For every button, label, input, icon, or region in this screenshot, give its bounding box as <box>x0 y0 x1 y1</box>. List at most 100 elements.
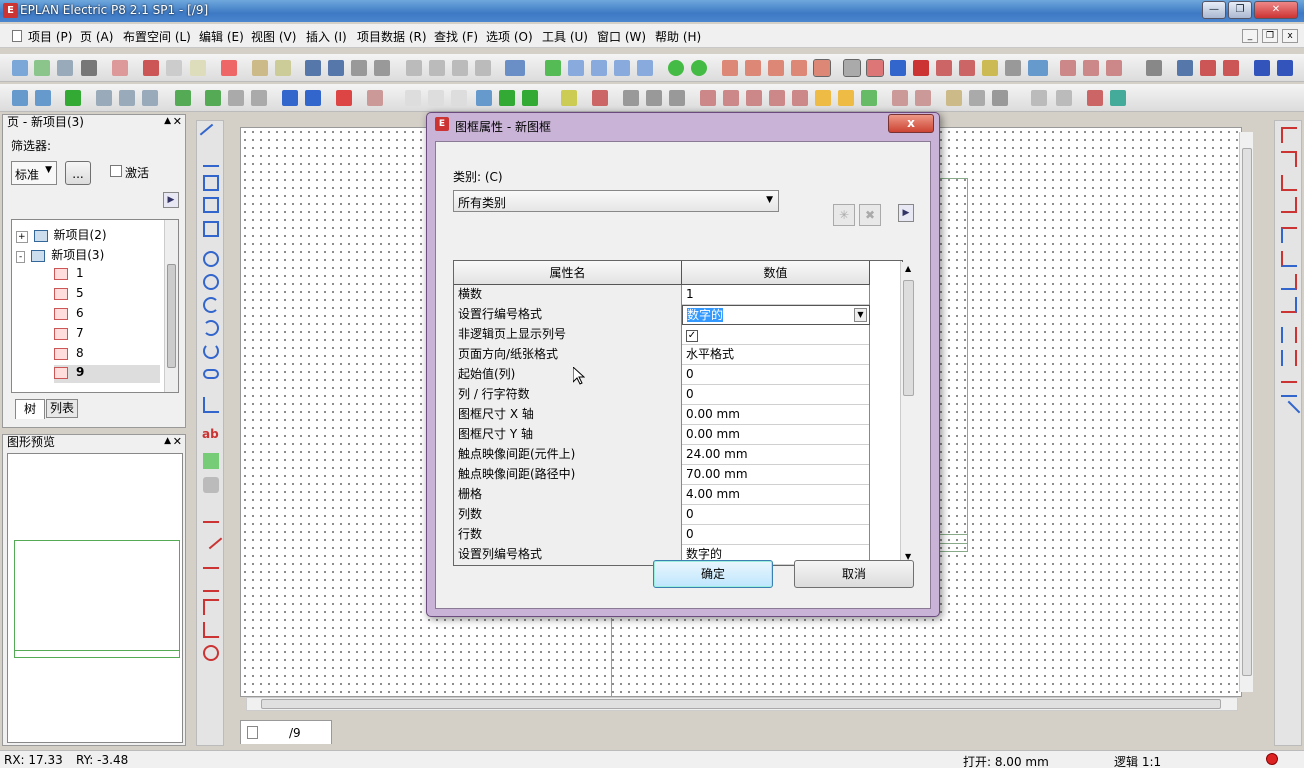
property-value-cell[interactable]: 24.00 mm <box>682 445 870 465</box>
bookmark-icon[interactable] <box>282 90 298 106</box>
menu-view[interactable]: 视图 (V) <box>251 28 296 45</box>
sector-tool-icon[interactable] <box>203 343 219 359</box>
plc-icon[interactable] <box>892 90 908 106</box>
grid-e-icon[interactable] <box>813 59 831 77</box>
path-icon[interactable] <box>959 60 975 76</box>
cut-icon[interactable] <box>143 60 159 76</box>
redo-list-icon[interactable] <box>374 60 390 76</box>
property-value-cell[interactable]: 70.00 mm <box>682 465 870 485</box>
tree-page-8[interactable]: 8 <box>54 346 84 360</box>
redo-icon[interactable] <box>351 60 367 76</box>
panel-close-icon[interactable]: ✕ <box>173 435 182 448</box>
grid-scroll-thumb[interactable] <box>903 280 914 396</box>
zoom-out-icon[interactable] <box>614 60 630 76</box>
show-column-checkbox-cell[interactable]: ✓ <box>682 325 870 345</box>
jumper-icon[interactable] <box>1281 381 1297 397</box>
lines-b-icon[interactable] <box>1083 60 1099 76</box>
checkbox-checked[interactable]: ✓ <box>686 330 698 342</box>
cross-b-icon[interactable] <box>1281 350 1297 366</box>
tree-scrollbar[interactable] <box>164 220 178 392</box>
format-icon[interactable] <box>275 60 291 76</box>
window-tile-icon[interactable] <box>429 60 445 76</box>
property-row[interactable]: 列 / 行字符数 0 <box>454 385 870 405</box>
property-row[interactable]: 列数 0 <box>454 505 870 525</box>
tree-page-6[interactable]: 6 <box>54 306 84 320</box>
menu-tools[interactable]: 工具 (U) <box>542 28 588 45</box>
close-project-icon[interactable] <box>57 60 73 76</box>
property-value-cell[interactable]: 水平格式 <box>682 345 870 365</box>
move-right-icon[interactable] <box>522 90 538 106</box>
pipette-tool-icon[interactable] <box>203 477 219 493</box>
expand-arrow-icon[interactable]: ▶ <box>163 192 179 208</box>
property-row[interactable]: 起始值(列) 0 <box>454 365 870 385</box>
grid-c-icon[interactable] <box>768 60 784 76</box>
text-tool-icon[interactable]: ab <box>202 427 219 443</box>
chevron-down-icon[interactable]: ▼ <box>854 308 867 322</box>
corner-bottom-left-icon[interactable] <box>1281 175 1297 191</box>
corner-top-right-icon[interactable] <box>1281 151 1297 167</box>
dimension-aligned-icon[interactable] <box>199 526 223 550</box>
block-tool-icon[interactable] <box>203 221 219 237</box>
tab-list[interactable]: 列表 <box>46 399 78 418</box>
bookmark-b-icon[interactable] <box>305 90 321 106</box>
spline-tool-icon[interactable] <box>203 397 219 413</box>
property-row[interactable]: 图框尺寸 Y 轴 0.00 mm <box>454 425 870 445</box>
hscroll-thumb[interactable] <box>261 699 1221 709</box>
close-button[interactable]: ✕ <box>1254 1 1298 19</box>
property-row[interactable]: 横数 1 <box>454 285 870 305</box>
move-left-icon[interactable] <box>499 90 515 106</box>
menu-help[interactable]: 帮助 (H) <box>655 28 701 45</box>
ellipse-tool-icon[interactable] <box>203 369 219 379</box>
tree-page-5[interactable]: 5 <box>54 286 84 300</box>
property-row[interactable]: 图框尺寸 X 轴 0.00 mm <box>454 405 870 425</box>
new-project-icon[interactable] <box>12 60 28 76</box>
property-value-cell[interactable]: 0 <box>682 385 870 405</box>
cancel-button[interactable]: 取消 <box>794 560 914 588</box>
hide-icon[interactable] <box>367 90 383 106</box>
motor-icon[interactable] <box>861 90 877 106</box>
property-value-cell[interactable]: 0.00 mm <box>682 405 870 425</box>
pin-icon[interactable]: ▲ <box>164 116 171 126</box>
tee-left-icon[interactable] <box>1281 274 1297 290</box>
property-value-cell[interactable]: 0 <box>682 505 870 525</box>
cable-c-icon[interactable] <box>992 90 1008 106</box>
menu-edit[interactable]: 编辑 (E) <box>199 28 244 45</box>
polygon-tool-icon[interactable] <box>203 175 219 191</box>
menu-project[interactable]: 项目 (P) <box>28 28 72 45</box>
rectangle-tool-icon[interactable] <box>203 197 219 213</box>
cable-b-icon[interactable] <box>969 90 985 106</box>
menu-options[interactable]: 选项 (O) <box>486 28 533 45</box>
plugin-icon[interactable] <box>65 90 81 106</box>
expand-arrow-icon[interactable]: ▶ <box>898 204 914 222</box>
arc-b-tool-icon[interactable] <box>203 320 219 336</box>
property-row[interactable]: 非逻辑页上显示列号 ✓ <box>454 325 870 345</box>
tee-down-icon[interactable] <box>1281 227 1297 243</box>
coil-b-icon[interactable] <box>838 90 854 106</box>
cart-icon[interactable] <box>1087 90 1103 106</box>
circle-tool-icon[interactable] <box>203 251 219 267</box>
tree-node-project3[interactable]: - 新项目(3) <box>16 246 104 263</box>
doc-c-icon[interactable] <box>451 90 467 106</box>
line-tool-icon[interactable] <box>199 123 223 147</box>
dimension-radius-icon[interactable] <box>203 645 219 661</box>
page-nav-b-icon[interactable] <box>35 90 51 106</box>
open-project-icon[interactable] <box>34 60 50 76</box>
undo-icon[interactable] <box>305 60 321 76</box>
magnet-icon[interactable] <box>913 60 929 76</box>
arc-tool-icon[interactable] <box>203 297 219 313</box>
dimension-tool-icon[interactable] <box>203 507 219 523</box>
properties-icon[interactable] <box>252 60 268 76</box>
vscroll-thumb[interactable] <box>1242 148 1252 676</box>
circle-b-tool-icon[interactable] <box>203 274 219 290</box>
property-value-cell[interactable]: 0.00 mm <box>682 425 870 445</box>
diagonal-icon[interactable] <box>1277 400 1301 424</box>
property-value-cell[interactable]: 4.00 mm <box>682 485 870 505</box>
activate-checkbox[interactable] <box>110 165 122 177</box>
grid-a-icon[interactable] <box>722 60 738 76</box>
corner-bottom-right-icon[interactable] <box>1281 197 1297 213</box>
canvas-vscrollbar[interactable] <box>1239 132 1253 692</box>
canvas-hscrollbar[interactable] <box>246 697 1238 711</box>
zoom-all-icon[interactable] <box>637 60 653 76</box>
frame-icon[interactable] <box>890 60 906 76</box>
property-value-cell[interactable]: 0 <box>682 365 870 385</box>
